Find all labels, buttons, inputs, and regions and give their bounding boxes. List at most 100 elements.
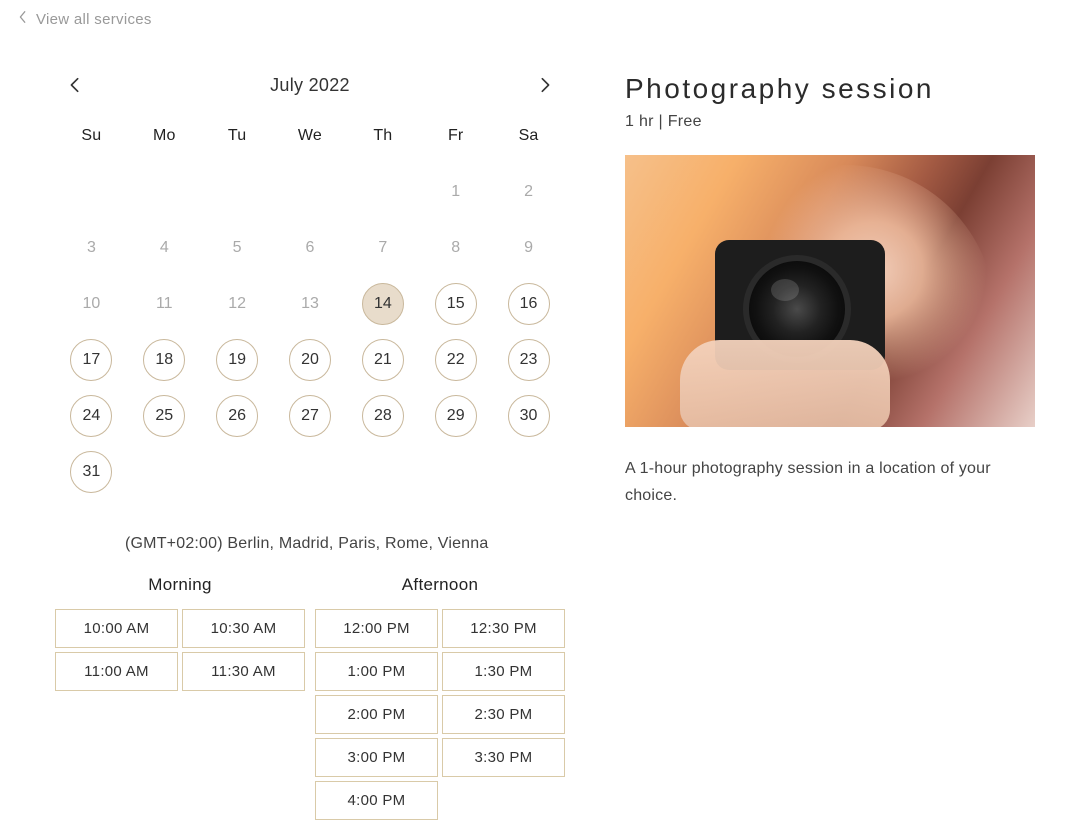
calendar-day-4: 4 bbox=[128, 227, 201, 269]
calendar-day-number: 17 bbox=[70, 339, 112, 381]
calendar-day-number: 22 bbox=[435, 339, 477, 381]
calendar-day-9: 9 bbox=[492, 227, 565, 269]
timeslot-afternoon[interactable]: 12:30 PM bbox=[442, 609, 565, 648]
calendar-day-number: 18 bbox=[143, 339, 185, 381]
timeslot-morning[interactable]: 11:30 AM bbox=[182, 652, 305, 691]
calendar-day-10: 10 bbox=[55, 283, 128, 325]
calendar-day-12: 12 bbox=[201, 283, 274, 325]
calendar-day-8: 8 bbox=[419, 227, 492, 269]
calendar-day-3: 3 bbox=[55, 227, 128, 269]
calendar-blank bbox=[201, 171, 274, 213]
calendar-day-17[interactable]: 17 bbox=[55, 339, 128, 381]
timeslot-morning[interactable]: 10:30 AM bbox=[182, 609, 305, 648]
back-link-label: View all services bbox=[36, 11, 152, 28]
chevron-left-icon bbox=[18, 10, 28, 28]
timeslot-morning[interactable]: 11:00 AM bbox=[55, 652, 178, 691]
calendar-day-number: 30 bbox=[508, 395, 550, 437]
timeslot-afternoon[interactable]: 1:00 PM bbox=[315, 652, 438, 691]
calendar-dow: We bbox=[274, 127, 347, 157]
calendar-day-number: 27 bbox=[289, 395, 331, 437]
calendar-day-15[interactable]: 15 bbox=[419, 283, 492, 325]
calendar-day-number: 14 bbox=[362, 283, 404, 325]
calendar-day-16[interactable]: 16 bbox=[492, 283, 565, 325]
calendar-blank bbox=[346, 171, 419, 213]
timeslot-afternoon[interactable]: 4:00 PM bbox=[315, 781, 438, 820]
calendar-day-number: 12 bbox=[216, 283, 258, 325]
calendar-day-number: 26 bbox=[216, 395, 258, 437]
timeslot-afternoon[interactable]: 2:00 PM bbox=[315, 695, 438, 734]
service-image bbox=[625, 155, 1035, 427]
calendar-day-1: 1 bbox=[419, 171, 492, 213]
calendar-day-29[interactable]: 29 bbox=[419, 395, 492, 437]
calendar-day-number: 2 bbox=[508, 171, 550, 213]
calendar-day-21[interactable]: 21 bbox=[346, 339, 419, 381]
calendar-day-number: 1 bbox=[435, 171, 477, 213]
calendar-dow: Sa bbox=[492, 127, 565, 157]
calendar-day-6: 6 bbox=[274, 227, 347, 269]
back-link[interactable]: View all services bbox=[0, 0, 1092, 28]
timeslot-afternoon[interactable]: 2:30 PM bbox=[442, 695, 565, 734]
calendar-day-number: 8 bbox=[435, 227, 477, 269]
calendar-day-22[interactable]: 22 bbox=[419, 339, 492, 381]
calendar-dow: Fr bbox=[419, 127, 492, 157]
calendar-day-23[interactable]: 23 bbox=[492, 339, 565, 381]
calendar-day-25[interactable]: 25 bbox=[128, 395, 201, 437]
calendar-day-11: 11 bbox=[128, 283, 201, 325]
calendar-grid: SuMoTuWeThFrSa12345678910111213141516171… bbox=[55, 127, 565, 493]
calendar-day-number: 11 bbox=[143, 283, 185, 325]
calendar-day-5: 5 bbox=[201, 227, 274, 269]
calendar-prev-button[interactable] bbox=[63, 73, 87, 97]
calendar-day-2: 2 bbox=[492, 171, 565, 213]
calendar-dow: Mo bbox=[128, 127, 201, 157]
morning-title: Morning bbox=[55, 575, 305, 609]
calendar-dow: Su bbox=[55, 127, 128, 157]
calendar-day-number: 3 bbox=[70, 227, 112, 269]
timeslot-afternoon[interactable]: 1:30 PM bbox=[442, 652, 565, 691]
calendar-day-20[interactable]: 20 bbox=[274, 339, 347, 381]
calendar-day-13: 13 bbox=[274, 283, 347, 325]
calendar-day-19[interactable]: 19 bbox=[201, 339, 274, 381]
calendar-day-number: 16 bbox=[508, 283, 550, 325]
calendar-day-number: 7 bbox=[362, 227, 404, 269]
timeslot-afternoon[interactable]: 12:00 PM bbox=[315, 609, 438, 648]
service-meta: 1 hr | Free bbox=[625, 113, 1045, 155]
calendar-day-24[interactable]: 24 bbox=[55, 395, 128, 437]
calendar-day-number: 29 bbox=[435, 395, 477, 437]
calendar-day-14[interactable]: 14 bbox=[346, 283, 419, 325]
timeslot-morning[interactable]: 10:00 AM bbox=[55, 609, 178, 648]
calendar-next-button[interactable] bbox=[533, 73, 557, 97]
timeslot-afternoon[interactable]: 3:30 PM bbox=[442, 738, 565, 777]
calendar-day-7: 7 bbox=[346, 227, 419, 269]
calendar-day-number: 24 bbox=[70, 395, 112, 437]
calendar-blank bbox=[55, 171, 128, 213]
calendar-day-31[interactable]: 31 bbox=[55, 451, 128, 493]
calendar-blank bbox=[128, 171, 201, 213]
calendar-day-number: 5 bbox=[216, 227, 258, 269]
calendar-month-title: July 2022 bbox=[270, 75, 350, 96]
calendar-day-number: 6 bbox=[289, 227, 331, 269]
calendar-day-number: 10 bbox=[70, 283, 112, 325]
timezone-label: (GMT+02:00) Berlin, Madrid, Paris, Rome,… bbox=[55, 523, 565, 575]
calendar-blank bbox=[274, 171, 347, 213]
calendar-day-26[interactable]: 26 bbox=[201, 395, 274, 437]
calendar-day-number: 31 bbox=[70, 451, 112, 493]
calendar-day-number: 9 bbox=[508, 227, 550, 269]
calendar-dow: Tu bbox=[201, 127, 274, 157]
calendar-day-28[interactable]: 28 bbox=[346, 395, 419, 437]
calendar-day-number: 13 bbox=[289, 283, 331, 325]
service-title: Photography session bbox=[625, 73, 1045, 113]
afternoon-title: Afternoon bbox=[315, 575, 565, 609]
calendar-day-number: 19 bbox=[216, 339, 258, 381]
calendar-day-number: 25 bbox=[143, 395, 185, 437]
calendar-dow: Th bbox=[346, 127, 419, 157]
calendar-day-number: 23 bbox=[508, 339, 550, 381]
calendar-day-number: 15 bbox=[435, 283, 477, 325]
calendar-day-number: 28 bbox=[362, 395, 404, 437]
calendar-day-27[interactable]: 27 bbox=[274, 395, 347, 437]
service-description: A 1-hour photography session in a locati… bbox=[625, 455, 1035, 509]
calendar-day-30[interactable]: 30 bbox=[492, 395, 565, 437]
timeslot-afternoon[interactable]: 3:00 PM bbox=[315, 738, 438, 777]
calendar-day-number: 20 bbox=[289, 339, 331, 381]
calendar-day-18[interactable]: 18 bbox=[128, 339, 201, 381]
calendar-day-number: 4 bbox=[143, 227, 185, 269]
